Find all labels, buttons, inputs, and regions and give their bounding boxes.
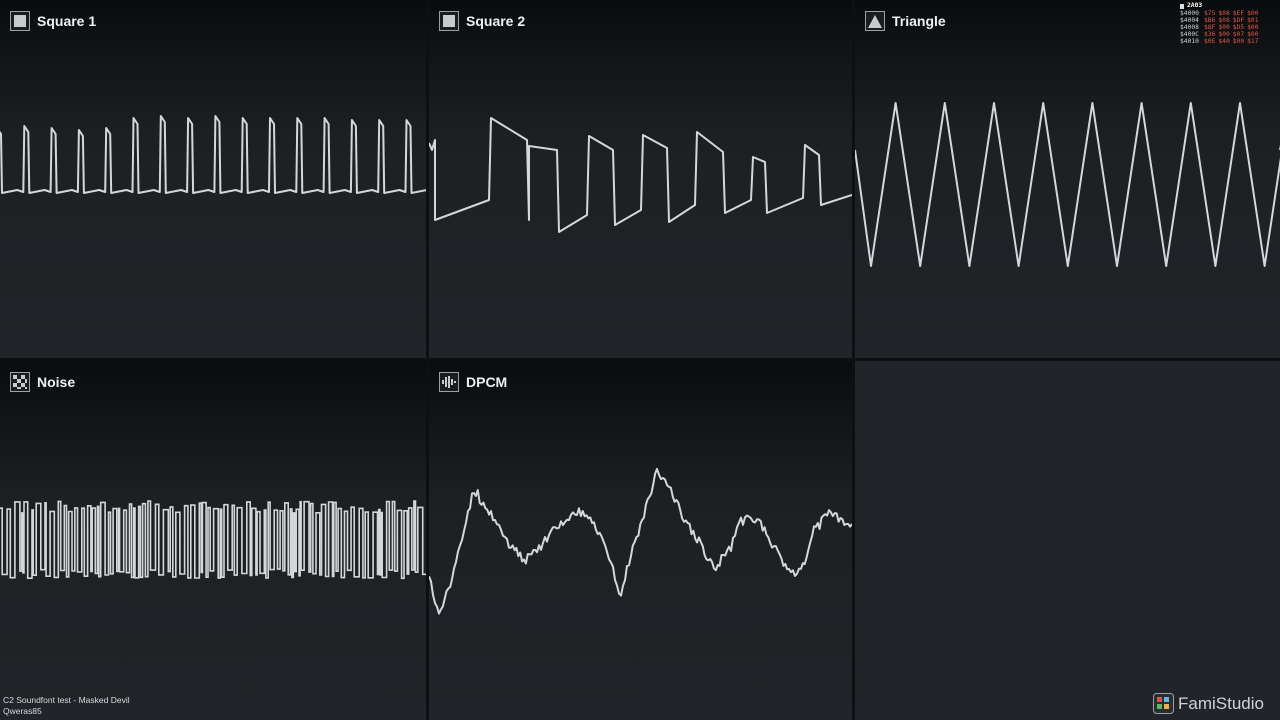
famistudio-logo: FamiStudio xyxy=(1153,693,1264,714)
triangle-panel: Triangle xyxy=(855,0,1280,358)
register-value: $0E xyxy=(1204,37,1216,45)
register-rows: $4000 $75 $08 $EF $00 $4004 $B6 $08 $DF $01 $4008 $… xyxy=(1180,10,1278,46)
noise-waveform xyxy=(0,500,426,580)
famistudio-icon xyxy=(1153,693,1174,714)
triangle-waveform xyxy=(855,102,1280,267)
register-value: $00 xyxy=(1232,37,1245,45)
song-author: Qweras85 xyxy=(3,706,42,716)
song-credits: C2 Soundfont test - Masked Devil Qweras8… xyxy=(3,695,130,717)
register-row: $4010 $0E $40 $00 $17 xyxy=(1180,37,1278,46)
register-value: $17 xyxy=(1247,37,1259,45)
chip-label: 2A03 xyxy=(1180,2,1278,10)
square2-panel: Square 2 xyxy=(429,0,852,358)
empty-panel xyxy=(855,361,1280,720)
noise-panel: Noise xyxy=(0,361,426,720)
chip-icon xyxy=(1180,3,1184,9)
dpcm-waveform xyxy=(429,467,852,615)
song-title: C2 Soundfont test - Masked Devil xyxy=(3,695,130,705)
register-viewer: 2A03 $4000 $75 $08 $EF $00 $4004 $B6 $08 $DF $01 $… xyxy=(1180,2,1278,46)
square1-waveform xyxy=(0,115,426,194)
square1-panel: Square 1 xyxy=(0,0,426,358)
register-address: $4010 xyxy=(1180,37,1199,45)
register-value: $40 xyxy=(1218,37,1230,45)
square2-waveform xyxy=(429,117,852,233)
brand-name: FamiStudio xyxy=(1178,693,1264,713)
dpcm-panel: DPCM xyxy=(429,361,852,720)
chip-name: 2A03 xyxy=(1187,2,1203,9)
